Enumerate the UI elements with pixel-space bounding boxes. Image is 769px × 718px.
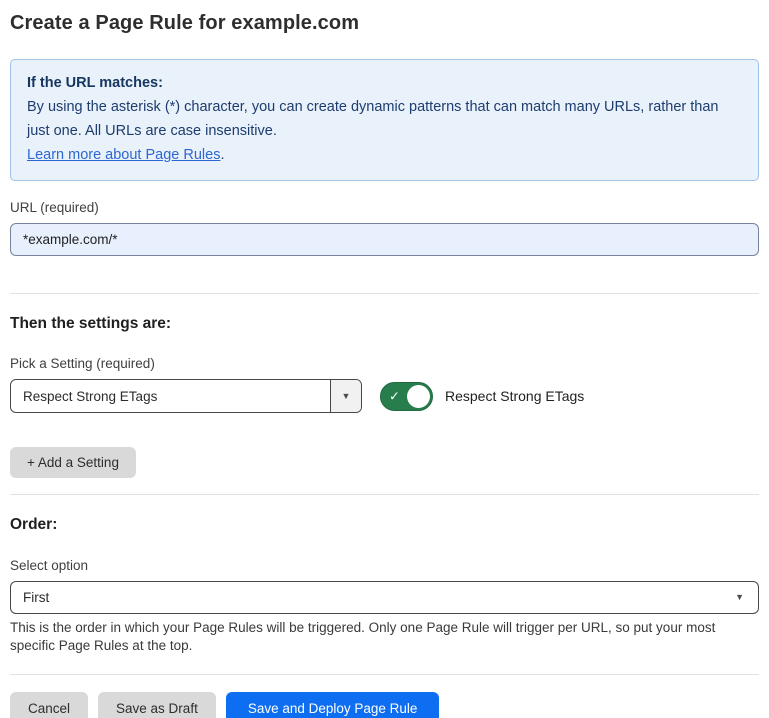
toggle-knob <box>407 385 430 408</box>
respect-strong-etags-toggle[interactable]: ✓ <box>380 382 433 411</box>
info-box-heading: If the URL matches: <box>27 71 742 95</box>
toggle-label: Respect Strong ETags <box>445 388 584 404</box>
save-draft-button[interactable]: Save as Draft <box>98 692 216 718</box>
info-box-body: By using the asterisk (*) character, you… <box>27 95 727 143</box>
setting-select-arrow-button[interactable]: ▼ <box>330 380 361 412</box>
setting-select[interactable]: Respect Strong ETags ▼ <box>10 379 362 413</box>
cancel-button[interactable]: Cancel <box>10 692 88 718</box>
pick-setting-label: Pick a Setting (required) <box>10 356 759 371</box>
footer-button-row: Cancel Save as Draft Save and Deploy Pag… <box>10 692 759 718</box>
order-help-text: This is the order in which your Page Rul… <box>10 619 750 654</box>
save-deploy-button[interactable]: Save and Deploy Page Rule <box>226 692 440 718</box>
section-divider <box>10 293 759 294</box>
create-page-rule-form: Create a Page Rule for example.com If th… <box>0 0 769 718</box>
setting-select-value: Respect Strong ETags <box>11 380 330 412</box>
order-select-value: First <box>23 590 49 605</box>
add-setting-button[interactable]: + Add a Setting <box>10 447 136 478</box>
url-matches-info-box: If the URL matches: By using the asteris… <box>10 59 759 181</box>
setting-row: Respect Strong ETags ▼ ✓ Respect Strong … <box>10 379 759 413</box>
link-period: . <box>220 147 224 163</box>
order-section-heading: Order: <box>10 516 759 534</box>
order-select[interactable]: First ▼ <box>10 581 759 614</box>
section-divider <box>10 494 759 495</box>
url-field-label: URL (required) <box>10 200 759 215</box>
settings-section-heading: Then the settings are: <box>10 315 759 333</box>
page-title: Create a Page Rule for example.com <box>10 12 759 35</box>
footer-divider <box>10 674 759 675</box>
url-input[interactable] <box>10 223 759 256</box>
info-box-link-line: Learn more about Page Rules. <box>27 143 742 167</box>
chevron-down-icon: ▼ <box>735 593 744 602</box>
chevron-down-icon: ▼ <box>342 392 351 401</box>
learn-more-link[interactable]: Learn more about Page Rules <box>27 147 220 163</box>
toggle-check-icon: ✓ <box>389 390 400 403</box>
order-select-label: Select option <box>10 558 759 573</box>
